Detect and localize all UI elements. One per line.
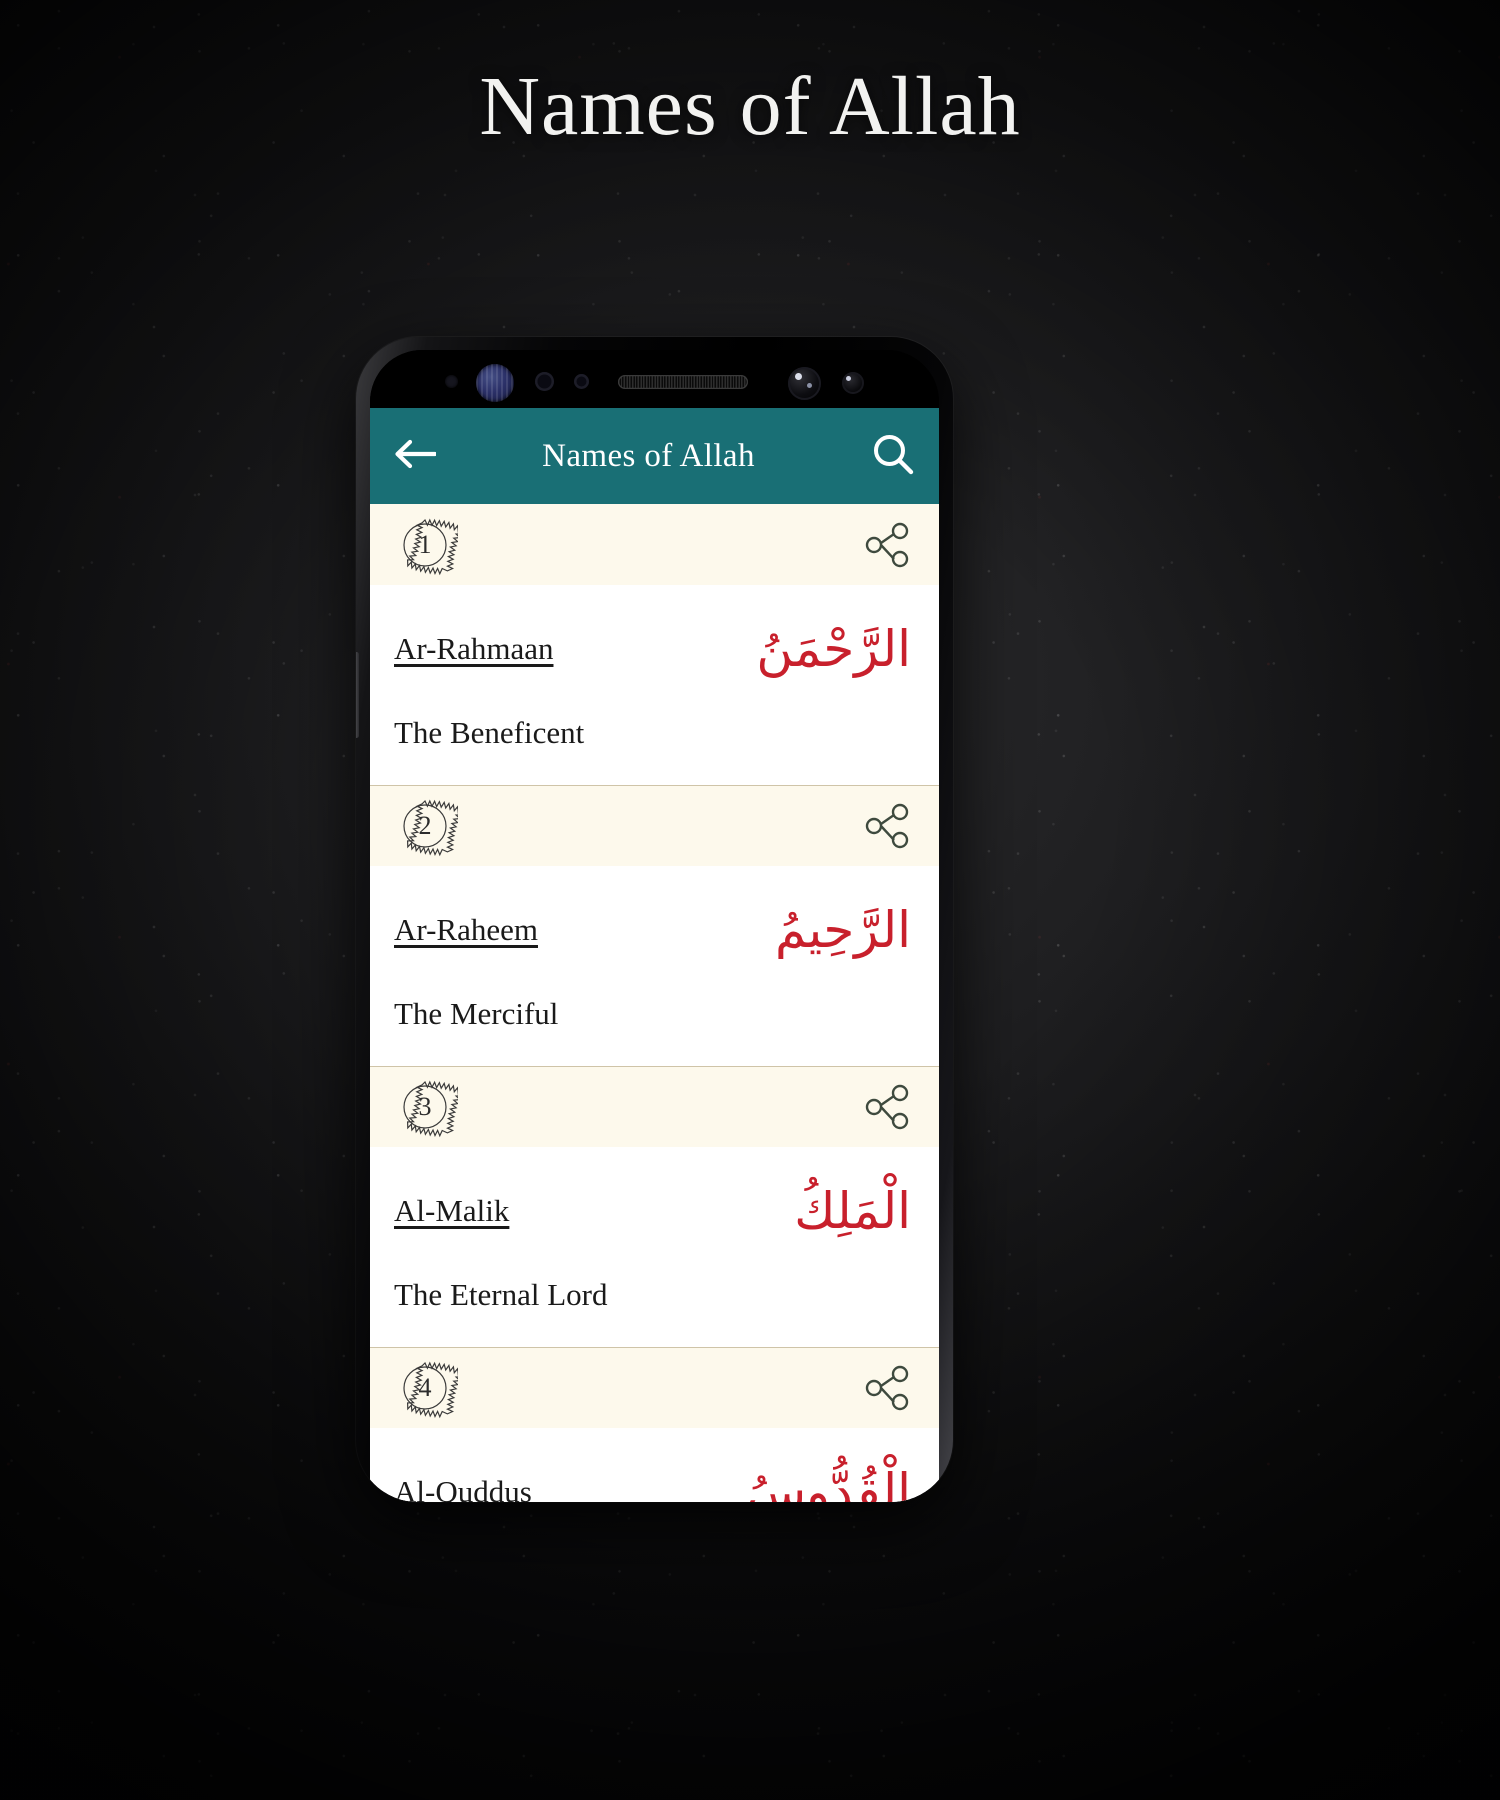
- arabic-name: الْمَلِكُ: [794, 1181, 911, 1240]
- item-number: 1: [418, 529, 432, 559]
- list-item-header: 3: [370, 1066, 939, 1147]
- phone-side-button: [356, 652, 359, 738]
- arabic-name: الرَّحِيمُ: [775, 900, 911, 959]
- list-item-main-row: Al-Malik الْمَلِكُ: [394, 1147, 915, 1275]
- app-screen: Names of Allah 1 Ar-Rahmaan الرَّحْمَنُ …: [370, 408, 939, 1502]
- search-icon: [871, 432, 915, 481]
- share-icon[interactable]: [863, 802, 913, 850]
- names-list: 1 Ar-Rahmaan الرَّحْمَنُ The Beneficent …: [370, 504, 939, 1502]
- list-item-body: Ar-Raheem الرَّحِيمُ The Merciful: [370, 866, 939, 1066]
- ir-sensor-icon: [574, 374, 589, 389]
- item-number-badge: 3: [392, 1074, 458, 1140]
- meaning: The Eternal Lord: [394, 1277, 608, 1312]
- share-icon[interactable]: [863, 1364, 913, 1412]
- share-icon[interactable]: [863, 521, 913, 569]
- transliteration: Al-Malik: [394, 1193, 510, 1228]
- light-sensor-icon: [535, 372, 554, 391]
- list-item-body: Al-Quddus الْقُدُّوسُ: [370, 1428, 939, 1502]
- transliteration: Ar-Raheem: [394, 912, 538, 947]
- transliteration: Ar-Rahmaan: [394, 631, 554, 666]
- app-toolbar: Names of Allah: [370, 408, 939, 504]
- toolbar-title: Names of Allah: [542, 437, 755, 474]
- arabic-name: الْقُدُّوسُ: [745, 1462, 911, 1502]
- list-item-main-row: Ar-Rahmaan الرَّحْمَنُ: [394, 585, 915, 713]
- list-item[interactable]: 2 Ar-Raheem الرَّحِيمُ The Merciful: [370, 785, 939, 1066]
- search-button[interactable]: [857, 432, 915, 481]
- flood-illuminator-icon: [842, 372, 864, 394]
- phone-screen-area: Names of Allah 1 Ar-Rahmaan الرَّحْمَنُ …: [370, 350, 939, 1502]
- back-arrow-icon: [394, 437, 438, 476]
- list-item[interactable]: 4 Al-Quddus الْقُدُّوسُ: [370, 1347, 939, 1502]
- transliteration: Al-Quddus: [394, 1474, 532, 1502]
- meaning: The Beneficent: [394, 715, 585, 750]
- list-item-header: 4: [370, 1347, 939, 1428]
- list-item-main-row: Ar-Raheem الرَّحِيمُ: [394, 866, 915, 994]
- list-item-main-row: Al-Quddus الْقُدُّوسُ: [394, 1428, 915, 1502]
- phone-mockup: Names of Allah 1 Ar-Rahmaan الرَّحْمَنُ …: [356, 337, 953, 1502]
- iris-scanner-icon: [476, 364, 514, 402]
- share-icon[interactable]: [863, 1083, 913, 1131]
- item-number-badge: 4: [392, 1355, 458, 1421]
- arabic-name: الرَّحْمَنُ: [756, 619, 911, 678]
- item-number-badge: 1: [392, 512, 458, 578]
- item-number: 2: [418, 811, 432, 840]
- item-number-badge: 2: [392, 793, 458, 859]
- list-item-header: 1: [370, 504, 939, 585]
- page-title: Names of Allah: [479, 60, 1021, 153]
- list-item-body: Al-Malik الْمَلِكُ The Eternal Lord: [370, 1147, 939, 1347]
- earpiece-speaker-icon: [618, 375, 748, 389]
- meaning: The Merciful: [394, 996, 559, 1031]
- item-number: 4: [418, 1373, 432, 1402]
- list-item-body: Ar-Rahmaan الرَّحْمَنُ The Beneficent: [370, 585, 939, 785]
- front-camera-icon: [788, 367, 821, 400]
- phone-bezel-sensor-strip: [370, 350, 939, 408]
- item-number: 3: [418, 1092, 432, 1121]
- list-item[interactable]: 3 Al-Malik الْمَلِكُ The Eternal Lord: [370, 1066, 939, 1347]
- list-item-header: 2: [370, 785, 939, 866]
- proximity-sensor-icon: [445, 375, 458, 388]
- list-item[interactable]: 1 Ar-Rahmaan الرَّحْمَنُ The Beneficent: [370, 504, 939, 785]
